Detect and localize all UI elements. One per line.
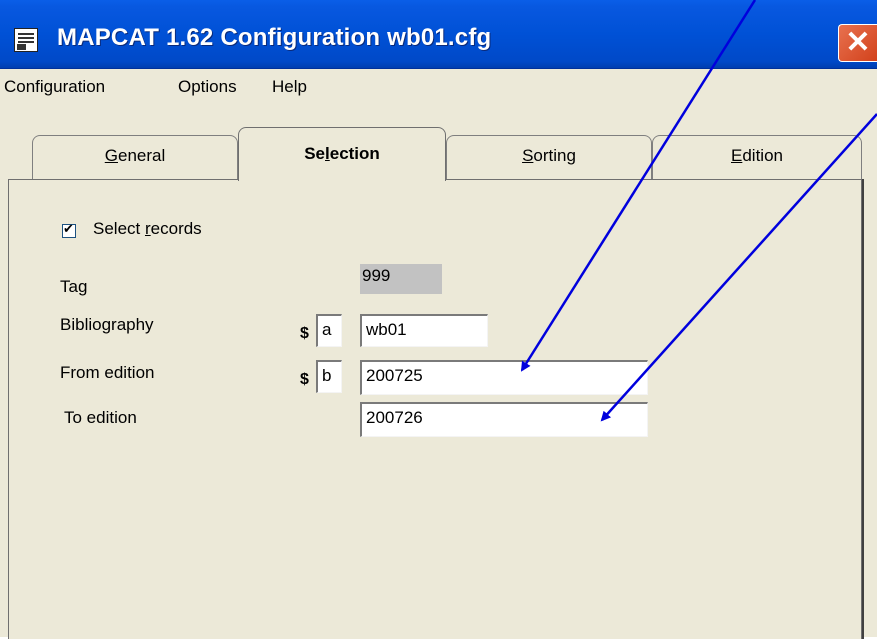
tag-label: Tag — [60, 277, 88, 296]
tag-value: 999 — [360, 264, 442, 294]
bibliography-dollar: $ — [300, 325, 309, 342]
bibliography-subfield-input[interactable]: a — [316, 314, 342, 347]
window-title: MAPCAT 1.62 Configuration wb01.cfg — [57, 24, 492, 51]
tab-general-label: eneral — [117, 146, 166, 165]
config-dialog: General Selection Sorting Edition Select… — [0, 105, 874, 639]
select-records-checkbox[interactable] — [62, 221, 76, 238]
tab-edition-mnemonic: E — [731, 146, 743, 165]
select-records-label[interactable]: Select records — [93, 219, 202, 239]
tab-sorting-mnemonic: S — [522, 146, 534, 165]
tab-selection-label: ection — [329, 144, 380, 163]
from-edition-label: From edition — [60, 363, 155, 382]
menu-configuration[interactable]: Configuration — [4, 77, 105, 97]
menu-options[interactable]: Options — [178, 77, 237, 97]
select-records-label-rest: ecords — [150, 219, 202, 238]
close-button[interactable]: ✕ — [838, 24, 877, 62]
app-icon[interactable] — [14, 28, 38, 52]
tab-sorting[interactable]: Sorting — [446, 135, 652, 180]
tab-sorting-label: orting — [533, 146, 576, 165]
tab-general[interactable]: General — [32, 135, 238, 180]
title-bar[interactable]: MAPCAT 1.62 Configuration wb01.cfg ✕ — [0, 0, 877, 69]
bibliography-input[interactable]: wb01 — [360, 314, 488, 347]
menu-help[interactable]: Help — [272, 77, 307, 97]
panel-edge — [862, 179, 864, 639]
tab-edition-label: dition — [742, 146, 783, 165]
client-area: General Selection Sorting Edition Select… — [0, 105, 877, 639]
tab-edition[interactable]: Edition — [652, 135, 862, 180]
from-edition-dollar: $ — [300, 371, 309, 388]
bibliography-label: Bibliography — [60, 315, 154, 334]
tab-general-mnemonic: G — [104, 146, 118, 165]
from-edition-input[interactable]: 200725 — [360, 360, 648, 395]
tab-selection[interactable]: Selection — [238, 127, 446, 181]
from-edition-subfield-input[interactable]: b — [316, 360, 342, 393]
to-edition-input[interactable]: 200726 — [360, 402, 648, 437]
to-edition-label: To edition — [64, 408, 137, 427]
select-records-label-pre: Select — [93, 219, 145, 238]
menu-bar: Configuration Options Help — [0, 69, 877, 105]
tab-selection-label-pre: Se — [304, 144, 325, 163]
